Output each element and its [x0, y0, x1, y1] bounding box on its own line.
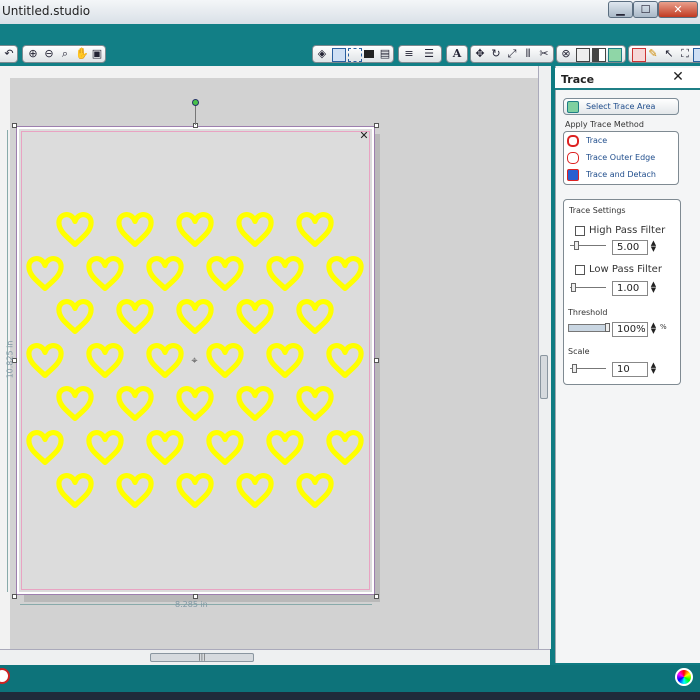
- heart-shape[interactable]: [179, 476, 211, 506]
- heart-shape[interactable]: [239, 215, 271, 245]
- heart-shape[interactable]: [269, 433, 301, 463]
- trace-and-detach-icon: [567, 169, 579, 181]
- heart-shape[interactable]: [59, 476, 91, 506]
- threshold-unit: %: [660, 323, 667, 331]
- trace-icon: [567, 135, 579, 147]
- heart-shape[interactable]: [239, 476, 271, 506]
- trace-settings-heading: Trace Settings: [569, 206, 626, 215]
- high-pass-filter-checkbox[interactable]: [575, 226, 585, 236]
- trace-outer-edge-icon: [567, 152, 579, 164]
- heart-shape[interactable]: [239, 389, 271, 419]
- select-trace-area-label: Select Trace Area: [586, 102, 656, 111]
- threshold-spinner[interactable]: ▲ ▼: [650, 322, 657, 335]
- scale-label: Scale: [568, 347, 590, 356]
- heart-shape[interactable]: [329, 259, 361, 289]
- scale-value-input[interactable]: 10: [612, 362, 648, 377]
- heart-shape[interactable]: [29, 346, 61, 376]
- status-bar: [0, 665, 700, 692]
- threshold-slider-fill: [569, 325, 609, 331]
- heart-shape[interactable]: [89, 346, 121, 376]
- trace-panel-title: Trace: [561, 73, 595, 86]
- heart-shape[interactable]: [119, 302, 151, 332]
- heart-shape[interactable]: [149, 346, 181, 376]
- high-pass-value-input[interactable]: 5.00: [612, 240, 648, 255]
- heart-shape[interactable]: [269, 346, 301, 376]
- trace-method-label: Trace Outer Edge: [586, 153, 656, 162]
- scale-slider-thumb[interactable]: [572, 364, 577, 373]
- heart-shape[interactable]: [89, 433, 121, 463]
- low-pass-filter-label: Low Pass Filter: [589, 264, 662, 275]
- trace-method-outer-edge[interactable]: Trace Outer Edge: [564, 150, 678, 166]
- os-taskbar: [0, 692, 700, 700]
- low-pass-filter-checkbox[interactable]: [575, 265, 585, 275]
- heart-shape[interactable]: [239, 302, 271, 332]
- heart-shape[interactable]: [209, 259, 241, 289]
- heart-shape[interactable]: [179, 389, 211, 419]
- heart-shape[interactable]: [89, 259, 121, 289]
- center-crosshair-icon: ⌖: [191, 354, 198, 367]
- heart-shape[interactable]: [149, 259, 181, 289]
- heart-shape[interactable]: [29, 259, 61, 289]
- threshold-value-input[interactable]: 100%: [612, 322, 648, 337]
- color-wheel-icon[interactable]: [675, 668, 693, 686]
- high-pass-slider-thumb[interactable]: [574, 241, 579, 250]
- select-area-icon: [567, 101, 579, 113]
- heart-shape[interactable]: [149, 433, 181, 463]
- scale-spinner[interactable]: ▲ ▼: [650, 362, 657, 375]
- low-pass-spinner[interactable]: ▲ ▼: [650, 281, 657, 294]
- heart-shape[interactable]: [29, 433, 61, 463]
- heart-shape[interactable]: [269, 259, 301, 289]
- heart-shape[interactable]: [299, 215, 331, 245]
- heart-shape[interactable]: [209, 433, 241, 463]
- heart-shape[interactable]: [179, 215, 211, 245]
- heart-shape[interactable]: [59, 215, 91, 245]
- trace-method-label: Trace and Detach: [586, 170, 656, 179]
- apply-trace-method-heading: Apply Trace Method: [565, 120, 644, 129]
- high-pass-spinner[interactable]: ▲ ▼: [650, 240, 657, 253]
- heart-shape[interactable]: [299, 389, 331, 419]
- threshold-slider-track[interactable]: [568, 324, 610, 332]
- heart-shape[interactable]: [329, 433, 361, 463]
- threshold-label: Threshold: [568, 308, 608, 317]
- heart-shape[interactable]: [299, 302, 331, 332]
- trace-method-label: Trace: [586, 136, 608, 145]
- high-pass-filter-label: High Pass Filter: [589, 225, 666, 236]
- heart-shape[interactable]: [59, 302, 91, 332]
- heart-shape[interactable]: [209, 346, 241, 376]
- trace-method-trace[interactable]: Trace: [564, 133, 678, 149]
- heart-shape[interactable]: [119, 389, 151, 419]
- trace-method-detach[interactable]: Trace and Detach: [564, 167, 678, 183]
- heart-shape[interactable]: [119, 215, 151, 245]
- select-trace-area-button[interactable]: Select Trace Area: [563, 98, 679, 115]
- threshold-slider-thumb[interactable]: [605, 323, 610, 332]
- heart-shape[interactable]: [59, 389, 91, 419]
- heart-shape[interactable]: [329, 346, 361, 376]
- low-pass-slider-thumb[interactable]: [571, 283, 576, 292]
- low-pass-value-input[interactable]: 1.00: [612, 281, 648, 296]
- heart-shape[interactable]: [299, 476, 331, 506]
- trace-panel-close-icon[interactable]: ✕: [671, 70, 685, 84]
- heart-shape[interactable]: [119, 476, 151, 506]
- heart-shape[interactable]: [179, 302, 211, 332]
